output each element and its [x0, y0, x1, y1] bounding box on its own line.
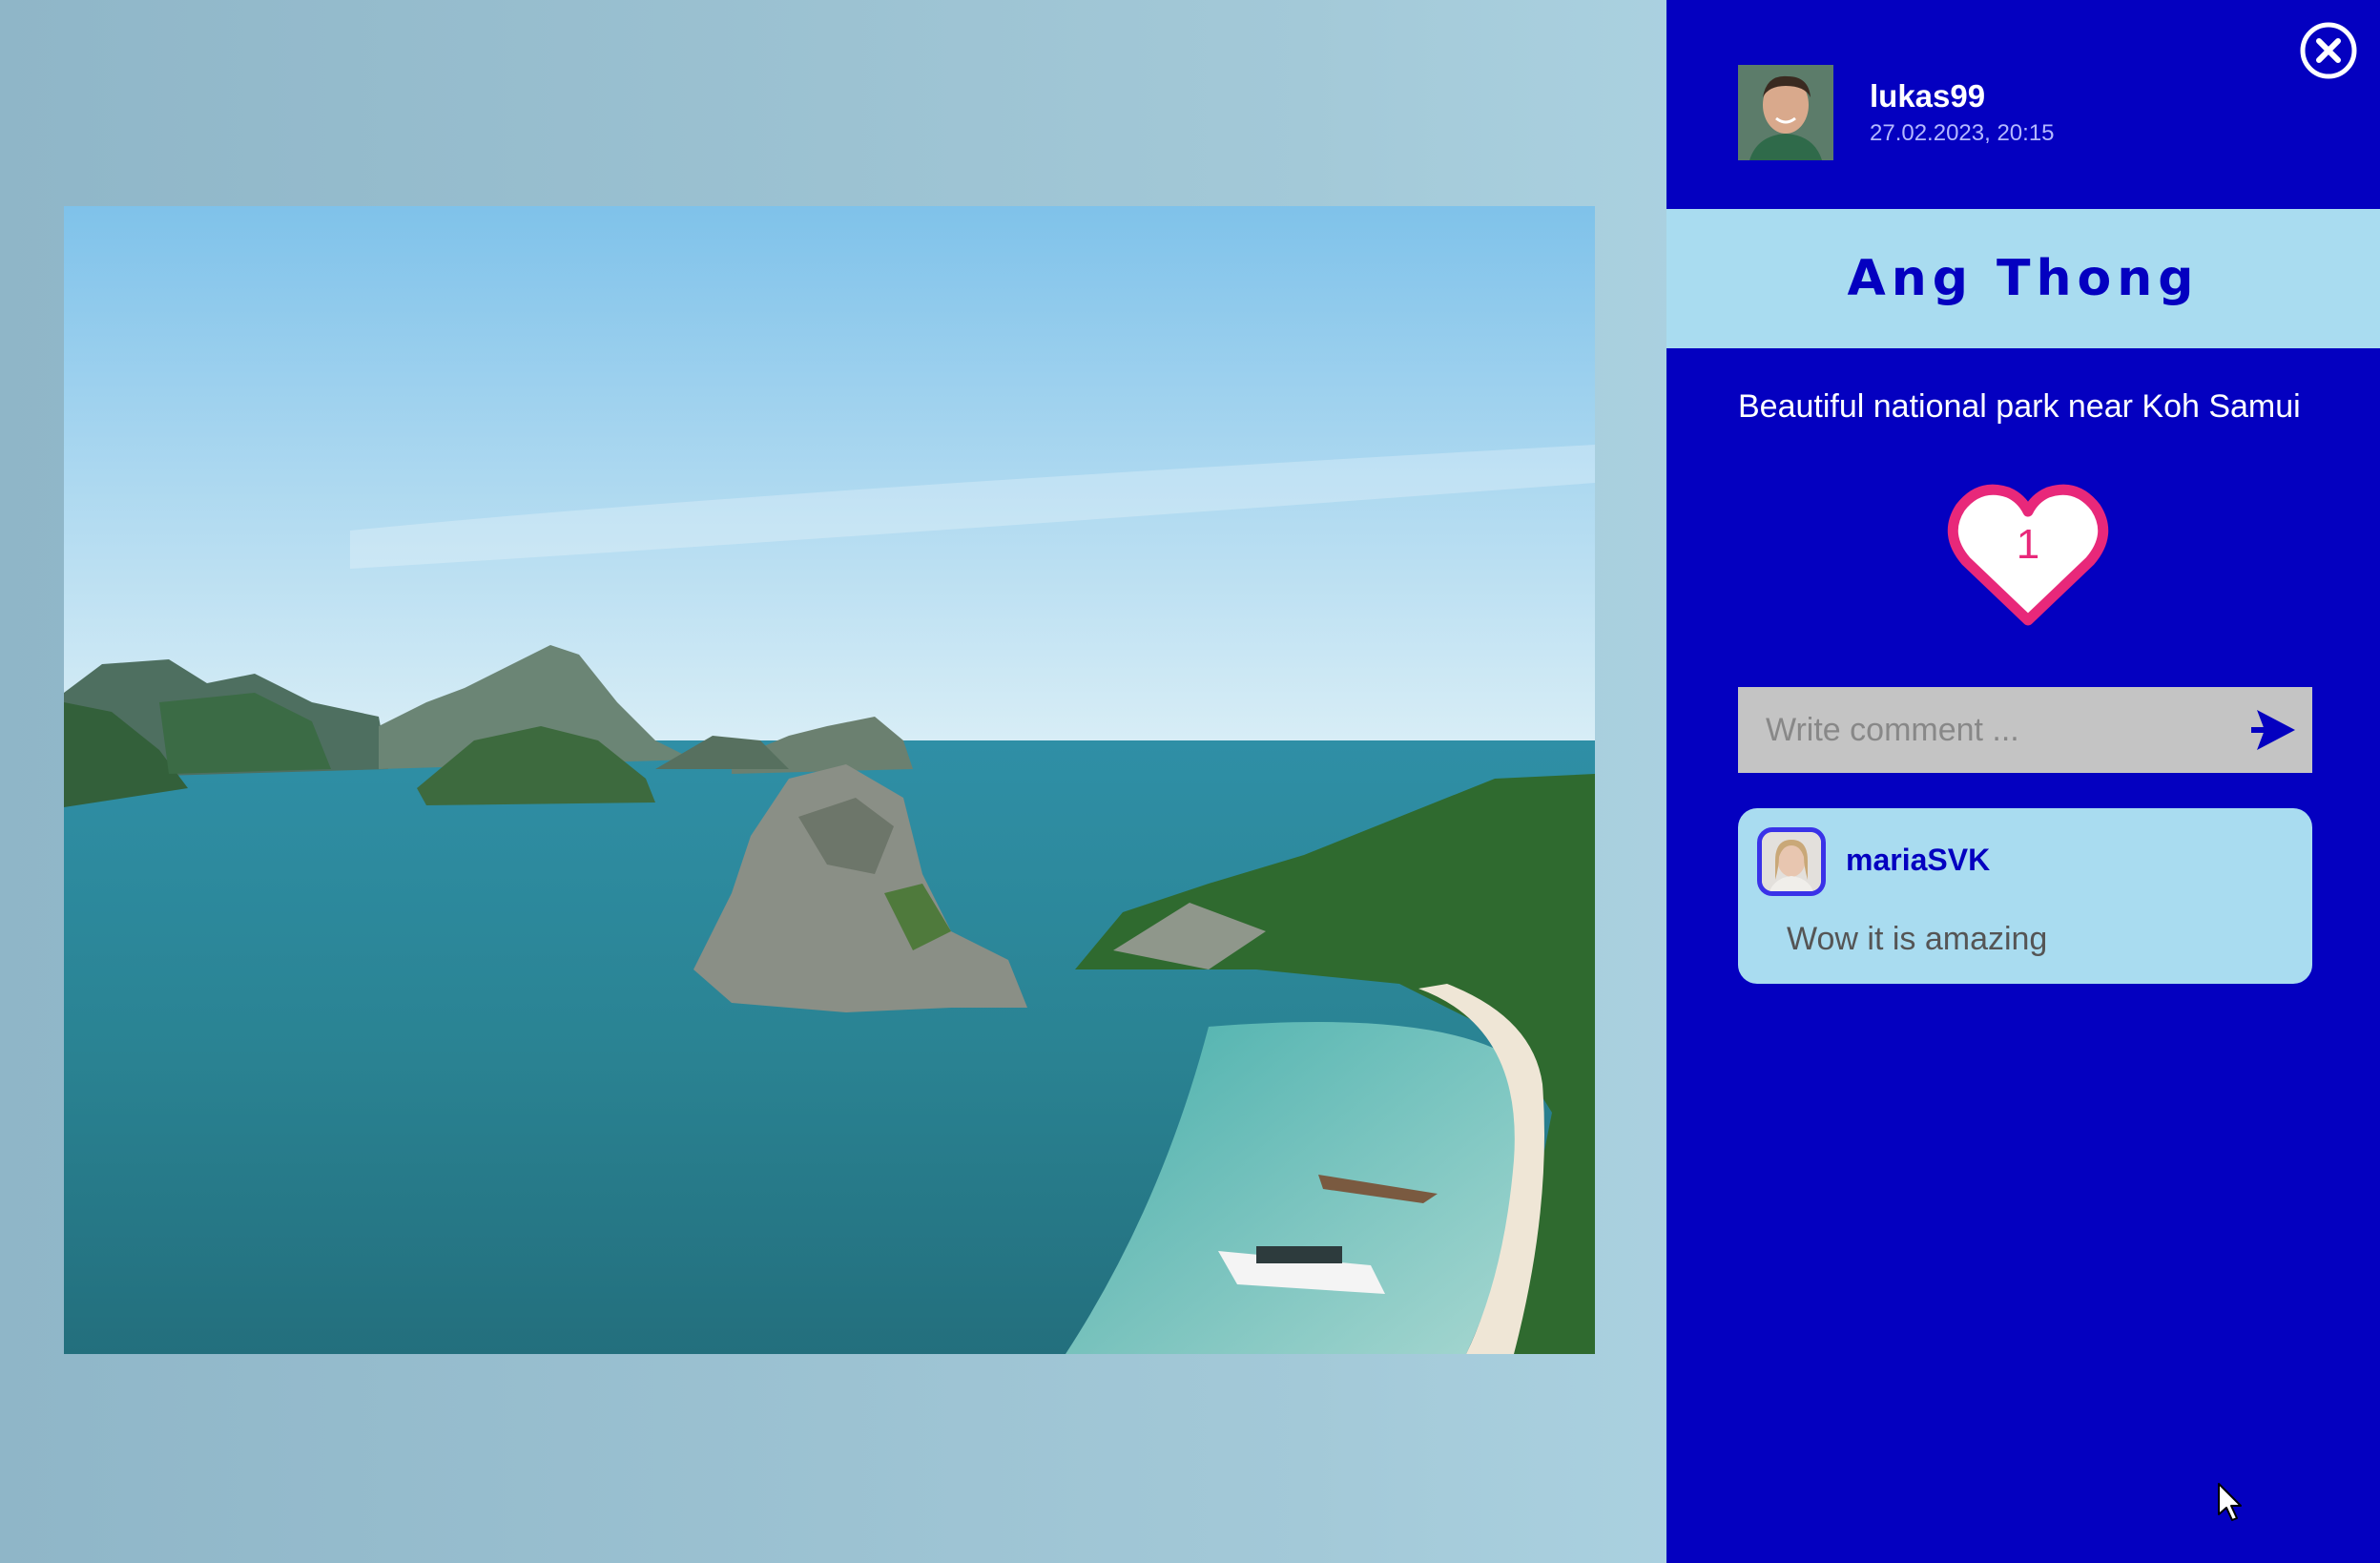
comment-text: Wow it is amazing: [1787, 921, 2048, 957]
author-avatar[interactable]: [1738, 65, 1833, 160]
author-meta: lukas99 27.02.2023, 20:15: [1870, 77, 2055, 148]
mouse-pointer-icon: [2217, 1482, 2244, 1522]
send-arrow-icon: [2251, 708, 2297, 752]
comment-item: mariaSVK Wow it is amazing: [1738, 808, 2312, 984]
post-date: 27.02.2023, 20:15: [1870, 120, 2055, 146]
commenter-avatar[interactable]: [1757, 827, 1826, 896]
close-button[interactable]: [2298, 20, 2359, 81]
comment-form: [1738, 687, 2312, 773]
commenter-name[interactable]: mariaSVK: [1846, 843, 1990, 878]
post-author: lukas99 27.02.2023, 20:15: [1738, 65, 2055, 160]
post-photo: [64, 206, 1595, 1354]
close-circle-icon: [2298, 20, 2359, 81]
like-count: 1: [2016, 521, 2040, 568]
post-details-panel: lukas99 27.02.2023, 20:15 Ang Thong Beau…: [1666, 0, 2380, 1563]
author-name[interactable]: lukas99: [1870, 77, 2055, 115]
post-title-band: Ang Thong: [1666, 209, 2380, 348]
post-title: Ang Thong: [1847, 250, 2200, 307]
like-button[interactable]: 1: [1947, 477, 2109, 630]
post-detail-overlay: lukas99 27.02.2023, 20:15 Ang Thong Beau…: [0, 0, 2380, 1563]
landscape-photo-illustration: [64, 206, 1595, 1354]
comment-input[interactable]: [1738, 687, 2243, 773]
send-comment-button[interactable]: [2251, 708, 2297, 752]
post-description: Beautiful national park near Koh Samui: [1738, 388, 2301, 425]
